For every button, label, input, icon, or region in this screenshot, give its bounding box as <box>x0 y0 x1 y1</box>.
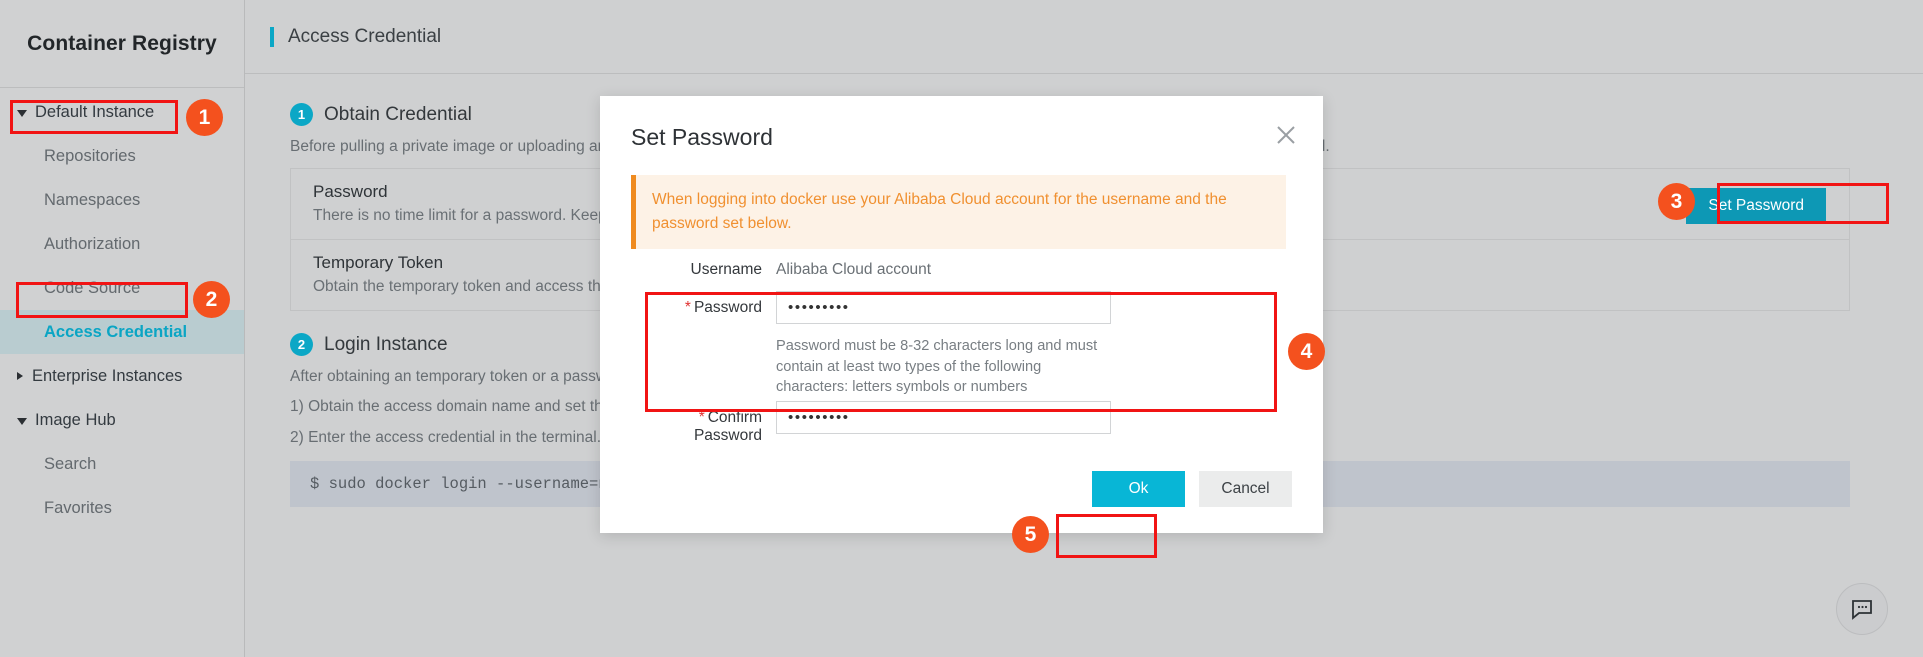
sidebar-item-label: Namespaces <box>44 190 141 209</box>
sidebar-item-label: Access Credential <box>44 322 188 341</box>
caret-down-icon <box>17 109 27 117</box>
step1-title: Obtain Credential <box>324 103 472 125</box>
step1-number: 1 <box>290 103 313 126</box>
password-label-text: Password <box>693 299 762 316</box>
sidebar-item-label: Code Source <box>44 278 141 297</box>
modal-cancel-button[interactable]: Cancel <box>1199 471 1292 507</box>
modal-footer: Ok Cancel <box>600 471 1323 507</box>
close-icon[interactable] <box>1273 122 1299 148</box>
sidebar-item-label: Search <box>44 454 97 473</box>
caret-down-icon <box>17 417 27 425</box>
set-password-modal: Set Password When logging into docker us… <box>600 96 1323 533</box>
sidebar-item-namespaces[interactable]: Namespaces <box>0 178 244 222</box>
annotation-badge-4: 4 <box>1288 333 1325 370</box>
app-root: Container Registry Default Instance Repo… <box>0 0 1923 657</box>
annotation-badge-1: 1 <box>186 99 223 136</box>
annotation-badge-3: 3 <box>1658 183 1695 220</box>
sidebar-item-repositories[interactable]: Repositories <box>0 134 244 178</box>
sidebar-group-label: Default Instance <box>35 102 155 121</box>
chat-bubble-icon[interactable] <box>1836 583 1888 635</box>
annotation-badge-2: 2 <box>193 281 230 318</box>
sidebar-item-authorization[interactable]: Authorization <box>0 222 244 266</box>
username-value: Alibaba Cloud account <box>776 261 932 278</box>
modal-title: Set Password <box>631 124 773 150</box>
form-row-username: Username Alibaba Cloud account <box>631 261 932 279</box>
sidebar-group-label: Enterprise Instances <box>32 366 183 385</box>
password-input[interactable] <box>776 291 1111 324</box>
confirm-password-label: * Confirm Password <box>631 401 776 445</box>
sidebar-item-label: Repositories <box>44 146 136 165</box>
annotation-badge-5: 5 <box>1012 516 1049 553</box>
form-row-confirm-password: * Confirm Password <box>631 401 1111 445</box>
modal-alert-banner: When logging into docker use your Alibab… <box>631 175 1286 250</box>
required-marker: * <box>698 409 705 426</box>
step2-number: 2 <box>290 333 313 356</box>
set-password-button[interactable]: Set Password <box>1686 188 1826 224</box>
page-title: Access Credential <box>288 25 442 47</box>
header-accent-bar <box>270 26 274 47</box>
sidebar-group-image-hub[interactable]: Image Hub <box>0 398 244 442</box>
password-hint: Password must be 8-32 characters long an… <box>776 338 1098 396</box>
sidebar-group-label: Image Hub <box>35 410 116 429</box>
step2-title: Login Instance <box>324 333 448 355</box>
product-title: Container Registry <box>0 0 244 88</box>
required-marker: * <box>684 299 691 316</box>
sidebar-group-enterprise-instances[interactable]: Enterprise Instances <box>0 354 244 398</box>
sidebar-item-favorites[interactable]: Favorites <box>0 486 244 530</box>
form-row-password: * Password <box>631 291 1111 324</box>
sidebar-item-label: Authorization <box>44 234 141 253</box>
password-label: * Password <box>631 291 776 317</box>
page-header: Access Credential <box>245 0 1923 74</box>
username-label: Username <box>690 261 763 278</box>
sidebar-item-search[interactable]: Search <box>0 442 244 486</box>
confirm-password-input[interactable] <box>776 401 1111 434</box>
modal-ok-button[interactable]: Ok <box>1092 471 1185 507</box>
caret-right-icon <box>17 372 23 380</box>
sidebar-item-label: Favorites <box>44 498 112 517</box>
